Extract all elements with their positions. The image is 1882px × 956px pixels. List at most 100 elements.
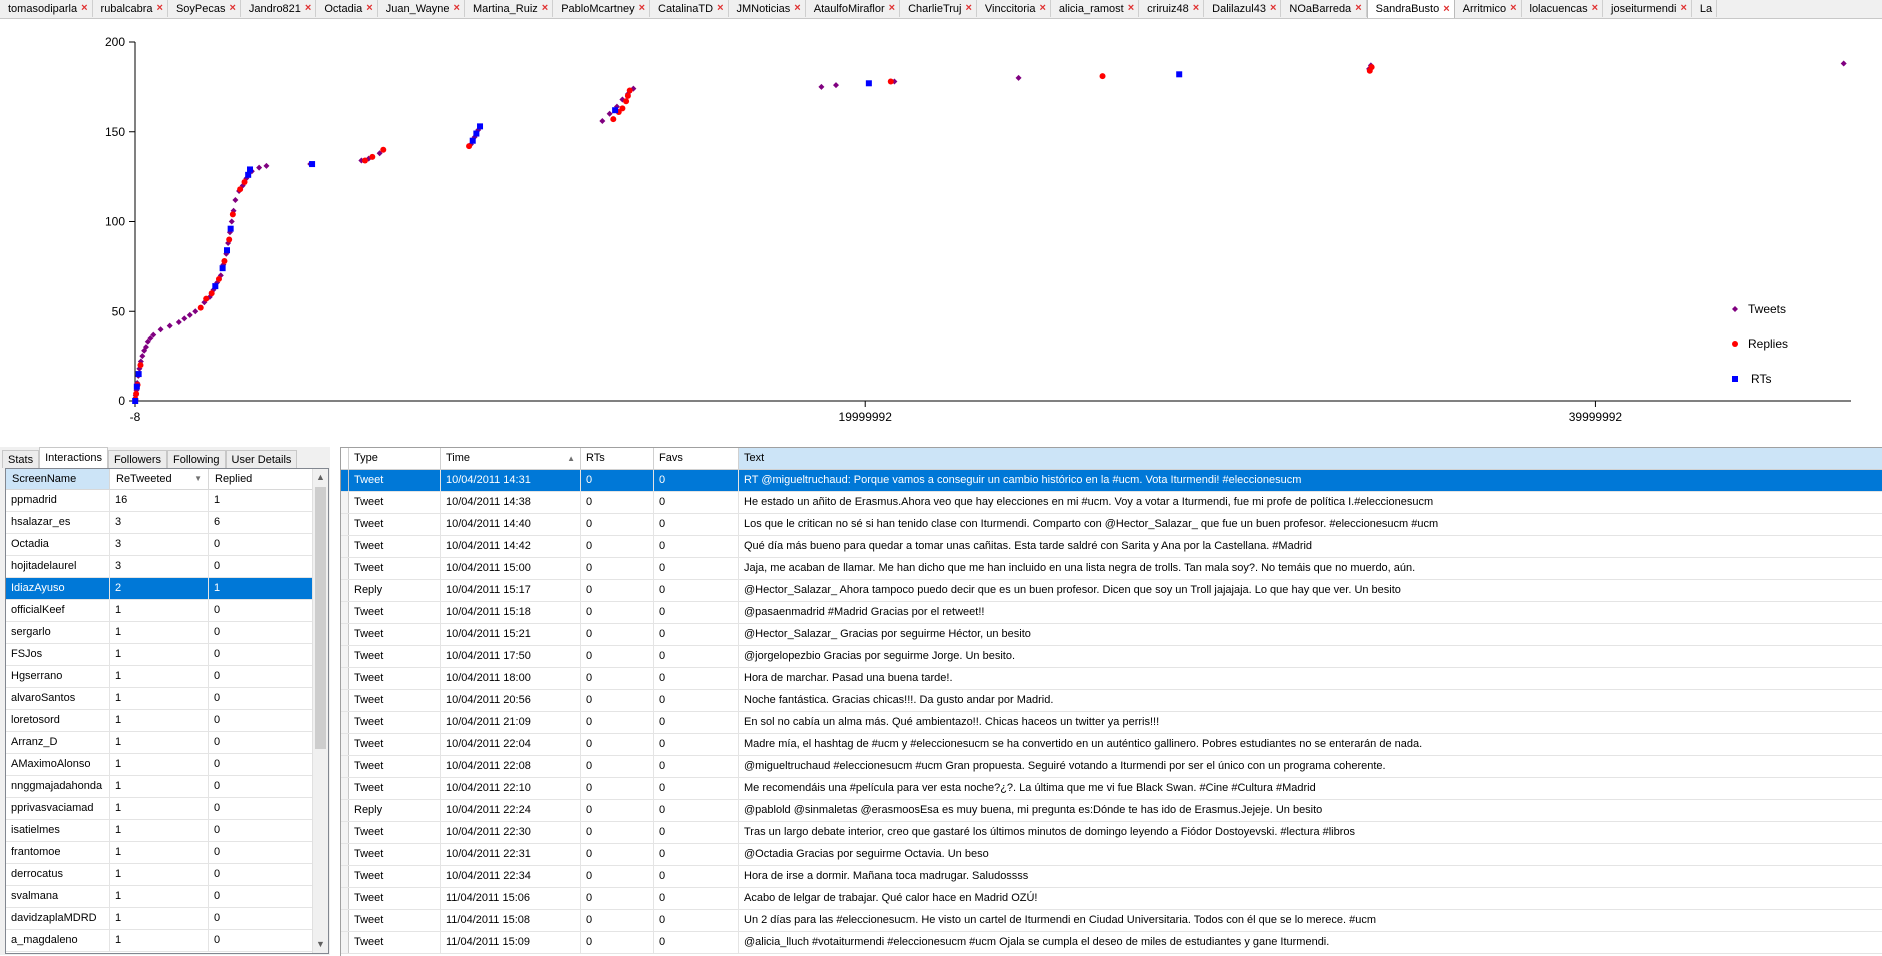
close-icon[interactable]: × [1270, 3, 1276, 14]
row-header[interactable] [341, 470, 349, 491]
table-row[interactable]: Tweet 10/04/2011 22:30 0 0 Tras un largo deb… [341, 822, 1882, 844]
close-icon[interactable]: × [305, 3, 311, 14]
table-row[interactable]: pprivasvaciamad 1 0 [6, 798, 313, 820]
user-tab[interactable]: criruiz48 × [1139, 0, 1205, 17]
row-header[interactable] [341, 778, 349, 799]
table-row[interactable]: svalmana 1 0 [6, 886, 313, 908]
column-header[interactable]: Text [739, 448, 1882, 469]
user-tab[interactable]: CharlieTruj × [900, 0, 977, 17]
close-icon[interactable]: × [965, 3, 971, 14]
tab-followers[interactable]: Followers [107, 450, 168, 468]
close-icon[interactable]: × [794, 3, 800, 14]
table-row[interactable]: Hgserrano 1 0 [6, 666, 313, 688]
close-icon[interactable]: × [1443, 3, 1449, 15]
user-tab[interactable]: La [1692, 0, 1718, 17]
user-tab[interactable]: Jandro821 × [241, 0, 317, 17]
row-header[interactable] [341, 844, 349, 865]
table-row[interactable]: hojitadelaurel 3 0 [6, 556, 313, 578]
user-tab[interactable]: SandraBusto × [1366, 0, 1455, 18]
close-icon[interactable]: × [889, 3, 895, 14]
table-row[interactable]: Tweet 10/04/2011 18:00 0 0 Hora de marchar. … [341, 668, 1882, 690]
table-row[interactable]: sergarlo 1 0 [6, 622, 313, 644]
scroll-thumb[interactable] [315, 487, 326, 749]
table-row[interactable]: Tweet 10/04/2011 22:10 0 0 Me recomendáis un… [341, 778, 1882, 800]
table-row[interactable]: loretosord 1 0 [6, 710, 313, 732]
user-tab[interactable]: Vinccitoria × [977, 0, 1051, 17]
column-header[interactable]: Time ▲ [441, 448, 581, 469]
row-header[interactable] [341, 888, 349, 909]
table-row[interactable]: alvaroSantos 1 0 [6, 688, 313, 710]
row-header[interactable] [341, 646, 349, 667]
scroll-down-icon[interactable]: ▼ [313, 936, 328, 953]
column-header[interactable]: Replied [209, 469, 313, 489]
user-tab[interactable]: Martina_Ruiz × [465, 0, 554, 17]
row-header[interactable] [341, 734, 349, 755]
table-row[interactable]: isatielmes 1 0 [6, 820, 313, 842]
table-row[interactable]: davidzaplaMDRD 1 0 [6, 908, 313, 930]
row-header[interactable] [341, 668, 349, 689]
table-row[interactable]: FSJos 1 0 [6, 644, 313, 666]
close-icon[interactable]: × [1592, 3, 1598, 14]
close-icon[interactable]: × [157, 3, 163, 14]
user-tab[interactable]: PabloMcartney × [553, 0, 651, 17]
user-tab[interactable]: AtaulfoMiraflor × [806, 0, 901, 17]
close-icon[interactable]: × [454, 3, 460, 14]
table-row[interactable]: officialKeef 1 0 [6, 600, 313, 622]
close-icon[interactable]: × [1510, 3, 1516, 14]
row-header[interactable] [341, 558, 349, 579]
table-row[interactable]: IdiazAyuso 2 1 [6, 578, 313, 600]
close-icon[interactable]: × [229, 3, 235, 14]
table-row[interactable]: Tweet 10/04/2011 22:08 0 0 @migueltruchaud #… [341, 756, 1882, 778]
table-row[interactable]: AMaximoAlonso 1 0 [6, 754, 313, 776]
user-tab[interactable]: joseiturmendi × [1603, 0, 1692, 17]
table-row[interactable]: hsalazar_es 3 6 [6, 512, 313, 534]
table-row[interactable]: Tweet 10/04/2011 17:50 0 0 @jorgelopezbio Gr… [341, 646, 1882, 668]
table-row[interactable]: Tweet 10/04/2011 15:00 0 0 Jaja, me acaban d… [341, 558, 1882, 580]
table-row[interactable]: Octadia 3 0 [6, 534, 313, 556]
table-row[interactable]: Tweet 10/04/2011 15:21 0 0 @Hector_Salazar_ … [341, 624, 1882, 646]
close-icon[interactable]: × [717, 3, 723, 14]
tab-stats[interactable]: Stats [2, 450, 40, 468]
table-row[interactable]: Tweet 10/04/2011 14:31 0 0 RT @migueltruchau… [341, 470, 1882, 492]
table-row[interactable]: Tweet 10/04/2011 14:40 0 0 Los que le critic… [341, 514, 1882, 536]
column-header[interactable]: Favs [654, 448, 739, 469]
row-header[interactable] [341, 514, 349, 535]
interactions-scrollbar[interactable]: ▲ ▼ [312, 469, 328, 953]
row-header[interactable] [341, 800, 349, 821]
column-header[interactable]: Type [349, 448, 441, 469]
table-row[interactable]: ppmadrid 16 1 [6, 490, 313, 512]
close-icon[interactable]: × [1680, 3, 1686, 14]
row-header[interactable] [341, 690, 349, 711]
column-header[interactable]: ReTweeted ▼ [110, 469, 209, 489]
row-header[interactable] [341, 756, 349, 777]
row-header[interactable] [341, 822, 349, 843]
user-tab[interactable]: alicia_ramost × [1051, 0, 1140, 17]
table-row[interactable]: Reply 10/04/2011 22:24 0 0 @pablold @sinmale… [341, 800, 1882, 822]
row-header[interactable] [341, 910, 349, 931]
table-row[interactable]: Tweet 11/04/2011 15:09 0 0 @alicia_lluch #vo… [341, 932, 1882, 954]
close-icon[interactable]: × [366, 3, 372, 14]
user-tab[interactable]: NOaBarreda × [1281, 0, 1367, 17]
table-row[interactable]: Tweet 10/04/2011 21:09 0 0 En sol no cabía u… [341, 712, 1882, 734]
close-icon[interactable]: × [542, 3, 548, 14]
tab-user-details[interactable]: User Details [225, 450, 298, 468]
close-icon[interactable]: × [1193, 3, 1199, 14]
column-header[interactable]: RTs [581, 448, 654, 469]
row-header[interactable] [341, 932, 349, 953]
row-header[interactable] [341, 866, 349, 887]
user-tab[interactable]: lolacuencas × [1522, 0, 1604, 17]
user-tab[interactable]: Juan_Wayne × [378, 0, 465, 17]
tab-following[interactable]: Following [167, 450, 226, 468]
table-row[interactable]: Tweet 10/04/2011 14:42 0 0 Qué día más bueno… [341, 536, 1882, 558]
table-row[interactable]: Tweet 10/04/2011 14:38 0 0 He estado un añit… [341, 492, 1882, 514]
close-icon[interactable]: × [1039, 3, 1045, 14]
table-row[interactable]: derrocatus 1 0 [6, 864, 313, 886]
table-row[interactable]: Reply 10/04/2011 15:17 0 0 @Hector_Salazar_ … [341, 580, 1882, 602]
table-row[interactable]: frantomoe 1 0 [6, 842, 313, 864]
user-tab[interactable]: JMNoticias × [729, 0, 806, 17]
user-tab[interactable]: Octadia × [316, 0, 378, 17]
scroll-up-icon[interactable]: ▲ [313, 469, 328, 486]
table-row[interactable]: Arranz_D 1 0 [6, 732, 313, 754]
row-header[interactable] [341, 580, 349, 601]
user-tab[interactable]: Arritmico × [1455, 0, 1522, 17]
